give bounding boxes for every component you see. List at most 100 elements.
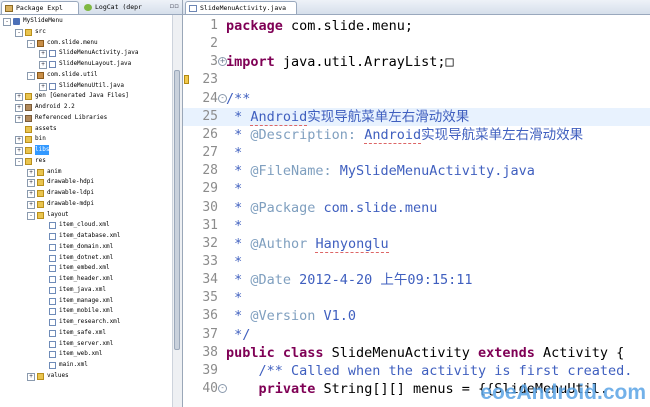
collapse-icon[interactable]: - <box>3 18 11 26</box>
code-line[interactable]: 24-/** <box>183 90 650 108</box>
collapse-icon[interactable]: - <box>15 28 23 37</box>
code-line[interactable]: 33 * <box>183 253 650 271</box>
tree-item[interactable]: item_database.xml <box>0 231 172 241</box>
tree-item[interactable]: item_mobile.xml <box>0 306 172 316</box>
tree-item[interactable]: + Android 2.2 <box>0 102 172 112</box>
collapse-icon[interactable]: - <box>27 211 35 220</box>
expand-icon[interactable]: + <box>39 61 47 69</box>
tree-item[interactable]: item_cloud.xml <box>0 220 172 230</box>
line-code: * @Date 2012-4-20 上午09:15:11 <box>226 271 472 289</box>
expand-icon[interactable]: + <box>27 200 35 209</box>
code-line[interactable]: 36 * @Version V1.0 <box>183 307 650 325</box>
expand-icon[interactable]: + <box>27 179 35 188</box>
tree-item[interactable]: - layout <box>0 210 172 220</box>
tree-item[interactable]: - res <box>0 156 172 166</box>
tree-item[interactable]: item_server.xml <box>0 339 172 349</box>
code-line[interactable]: 2 <box>183 35 650 53</box>
code-line[interactable]: 37 */ <box>183 326 650 344</box>
tab-logcat[interactable]: LogCat (depr <box>81 1 157 14</box>
tree-item[interactable]: item_research.xml <box>0 317 172 327</box>
line-code: * <box>226 217 242 235</box>
code-line[interactable]: 3 + import java.util.ArrayList;□ <box>183 53 650 71</box>
line-number: 39 <box>202 362 218 378</box>
scrollbar-thumb[interactable] <box>174 70 180 350</box>
expand-icon[interactable]: + <box>39 50 47 59</box>
tab-slidemenuactivity-java[interactable]: SlideMenuActivity.java <box>185 1 297 14</box>
xml-file-icon <box>49 329 56 337</box>
code-editor[interactable]: 1 package com.slide.menu; 2 3 + import java.u… <box>183 15 650 407</box>
xml-file-icon <box>49 286 56 294</box>
tree-item[interactable]: + SlideMenuActivity.java <box>0 48 172 59</box>
tree-item[interactable]: + bin <box>0 134 172 145</box>
editor-tab-bar: SlideMenuActivity.java <box>183 0 650 15</box>
code-line[interactable]: 31 * <box>183 217 650 235</box>
minimize-maximize-icon[interactable]: ▫▫ <box>170 2 180 10</box>
code-line[interactable]: 32 * @Author Hanyonglu <box>183 235 650 253</box>
tree-item[interactable]: item_embed.xml <box>0 263 172 273</box>
code-line[interactable]: 30 * @Package com.slide.menu <box>183 199 650 217</box>
tree-item[interactable]: + drawable-hdpi <box>0 177 172 188</box>
tree-item[interactable]: - com.slide.menu <box>0 38 172 48</box>
code-line[interactable]: 29 * <box>183 180 650 198</box>
expand-icon[interactable]: + <box>15 104 23 112</box>
xml-file-icon <box>49 351 56 359</box>
tab-package-explorer[interactable]: Package Expl <box>1 1 79 14</box>
code-line[interactable]: 1 package com.slide.menu; <box>183 17 650 35</box>
tree-item[interactable]: + values <box>0 371 172 381</box>
tab-label: Package Expl <box>16 4 63 12</box>
expand-icon[interactable]: + <box>15 114 23 123</box>
expand-icon[interactable]: + <box>27 168 35 177</box>
tree-item[interactable]: - src <box>0 27 172 37</box>
tree-item[interactable]: main.xml <box>0 360 172 370</box>
tree-item-label: com.slide.menu <box>47 38 98 46</box>
line-code: public class SlideMenuActivity extends A… <box>226 344 624 362</box>
tree-item[interactable]: item_safe.xml <box>0 328 172 338</box>
package-icon <box>37 39 44 47</box>
collapse-icon[interactable]: - <box>27 39 35 48</box>
tree-item[interactable]: + SlideMenuLayout.java <box>0 59 172 69</box>
tree-item[interactable]: item_header.xml <box>0 274 172 284</box>
code-line[interactable]: 34 * @Date 2012-4-20 上午09:15:11 <box>183 271 650 289</box>
tree-item[interactable]: + SlideMenuUtil.java <box>0 81 172 91</box>
tree-item[interactable]: item_java.xml <box>0 285 172 295</box>
tree-item[interactable]: item_dotnet.xml <box>0 253 172 263</box>
expand-icon[interactable]: + <box>15 136 23 145</box>
tree-item[interactable]: + libs <box>0 145 172 155</box>
folder-icon <box>25 147 32 154</box>
java-file-icon <box>49 82 56 90</box>
tree-item[interactable]: item_web.xml <box>0 349 172 359</box>
tree-item[interactable]: + anim <box>0 167 172 177</box>
tree-item-label: item_safe.xml <box>59 328 106 336</box>
code-line[interactable]: 26 * @Description: Android实现导航菜单左右滑动效果 <box>183 126 650 144</box>
tree-item[interactable]: + Referenced Libraries <box>0 113 172 123</box>
line-number: 33 <box>202 253 218 269</box>
tree-item[interactable]: - com.slide.util <box>0 70 172 80</box>
expand-icon[interactable]: + <box>39 82 47 91</box>
collapse-icon[interactable]: - <box>27 71 35 80</box>
code-line[interactable]: 25 * Android实现导航菜单左右滑动效果 <box>183 107 650 126</box>
expand-icon[interactable]: + <box>15 93 23 102</box>
code-line[interactable]: 38 public class SlideMenuActivity extends… <box>183 344 650 362</box>
java-file-icon <box>189 5 197 12</box>
expand-icon[interactable]: + <box>27 190 35 198</box>
tree-item-label: SlideMenuUtil.java <box>59 81 125 89</box>
code-token: SlideMenuActivity <box>323 344 478 361</box>
tree-item[interactable]: - MySlideMenu <box>0 16 172 26</box>
tree-item[interactable]: item_manage.xml <box>0 296 172 306</box>
collapse-icon[interactable]: - <box>15 157 23 166</box>
code-line[interactable]: 23 <box>183 71 650 89</box>
expand-icon[interactable]: + <box>27 372 35 381</box>
tree-scrollbar[interactable] <box>172 15 182 407</box>
code-line[interactable]: 39 /** Called when the activity is first… <box>183 362 650 380</box>
tree-item[interactable]: + gen [Generated Java Files] <box>0 91 172 102</box>
code-token: * <box>226 163 251 180</box>
tree-item[interactable]: + drawable-ldpi <box>0 188 172 198</box>
tree-item[interactable]: + drawable-mdpi <box>0 199 172 209</box>
code-line[interactable]: 35 * <box>183 289 650 307</box>
code-line[interactable]: 28 * @FileName: MySlideMenuActivity.java <box>183 162 650 180</box>
expand-icon[interactable]: + <box>15 147 23 155</box>
code-line[interactable]: 27 * <box>183 144 650 162</box>
tree-item[interactable]: assets <box>0 124 172 134</box>
tree-item-label: drawable-mdpi <box>47 199 94 207</box>
tree-item[interactable]: item_domain.xml <box>0 242 172 252</box>
